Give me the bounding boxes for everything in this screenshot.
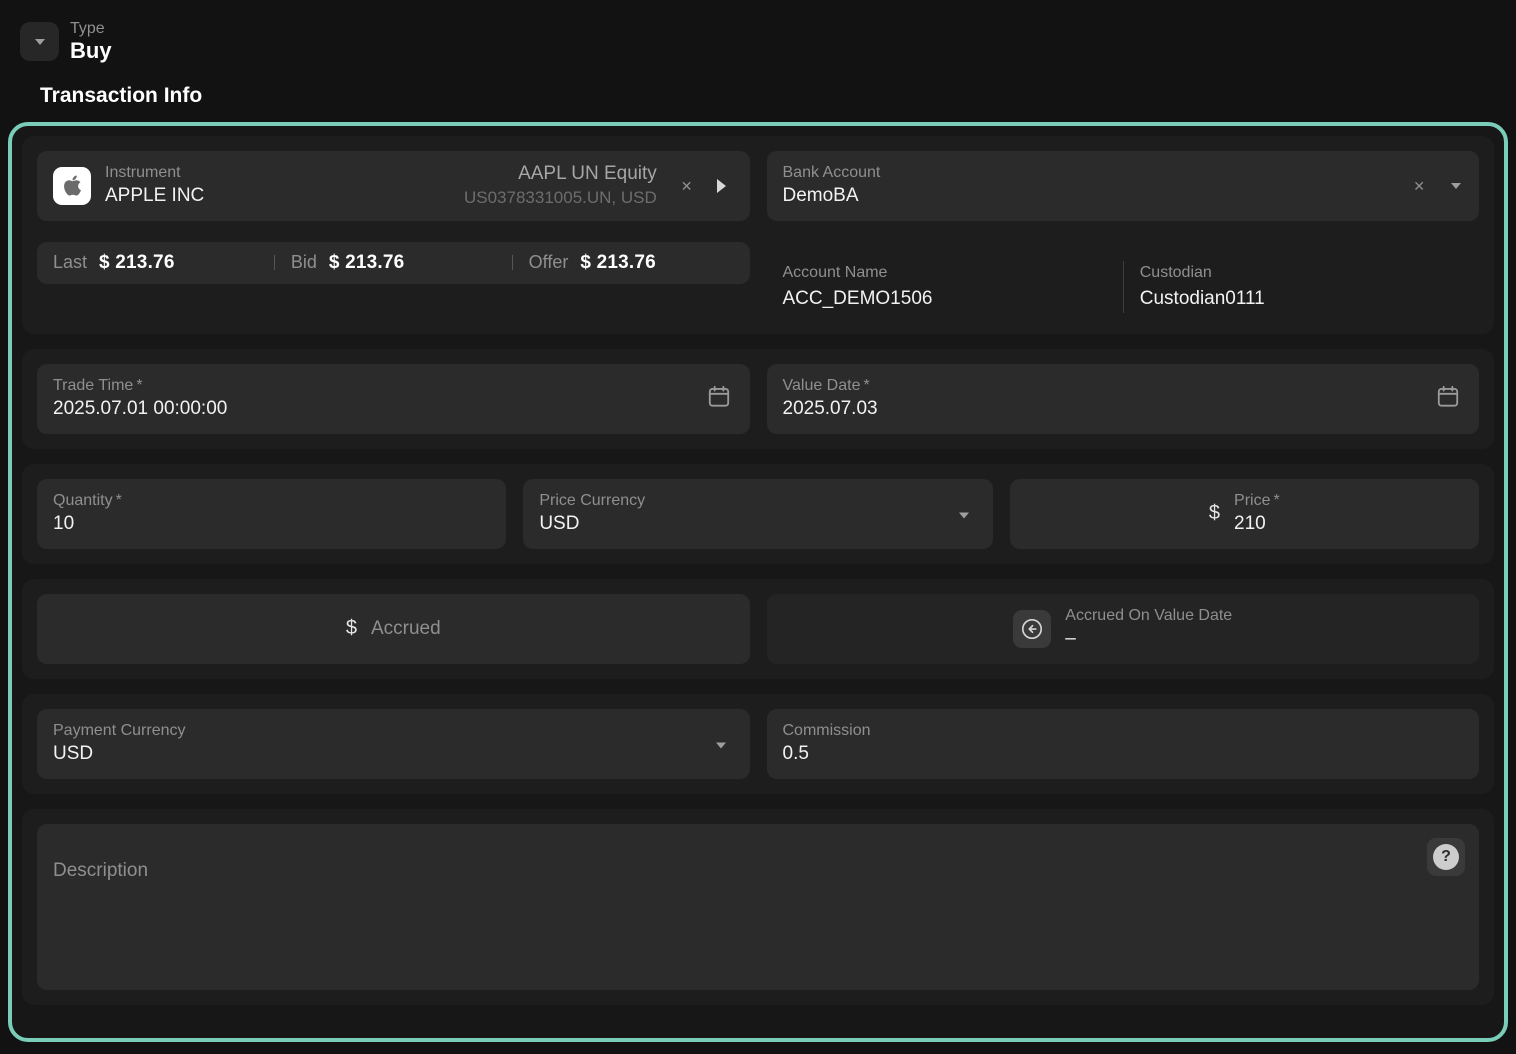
description-section: Description ?: [22, 809, 1494, 1005]
price-currency-field[interactable]: Price Currency USD: [523, 479, 992, 549]
quote-bid-value: $ 213.76: [329, 252, 405, 274]
quantity-price-section: Quantity* 10 Price Currency USD $ Price*…: [22, 464, 1494, 564]
page-title: Transaction Info: [40, 84, 1516, 108]
description-textarea[interactable]: Description ?: [37, 824, 1479, 990]
accrued-placeholder: Accrued: [371, 618, 441, 640]
instrument-clear-icon[interactable]: ✕: [681, 179, 693, 193]
custodian-block: Custodian Custodian0111: [1123, 261, 1463, 314]
commission-field[interactable]: Commission 0.5: [767, 709, 1480, 779]
question-mark-icon: ?: [1433, 844, 1459, 870]
chevron-down-icon[interactable]: [959, 512, 969, 518]
price-label: Price*: [1234, 490, 1280, 511]
instrument-codes: AAPL UN Equity US0378331005.UN, USD: [464, 161, 657, 210]
calendar-icon[interactable]: [1435, 383, 1461, 414]
type-label: Type: [70, 20, 112, 38]
account-name-label: Account Name: [783, 261, 1123, 285]
type-value: Buy: [70, 38, 112, 63]
instrument-expand-icon[interactable]: [717, 179, 726, 193]
payment-currency-value: USD: [53, 741, 734, 767]
trade-time-label: Trade Time*: [53, 375, 734, 396]
type-dropdown-button[interactable]: [20, 22, 59, 61]
quote-offer-value: $ 213.76: [580, 252, 656, 274]
quote-last-label: Last: [53, 252, 87, 273]
instrument-ticker: AAPL UN Equity: [464, 161, 657, 187]
bank-account-clear-icon[interactable]: ✕: [1413, 179, 1425, 193]
market-quotes-bar: Last $ 213.76 Bid $ 213.76 Offer $ 213.7…: [37, 242, 750, 284]
payment-commission-section: Payment Currency USD Commission 0.5: [22, 694, 1494, 794]
dollar-icon: $: [346, 617, 357, 640]
accrued-on-value-date-value: –: [1065, 626, 1232, 652]
quote-bid: Bid $ 213.76: [275, 252, 512, 274]
price-currency-value: USD: [539, 511, 976, 537]
chevron-down-icon[interactable]: [716, 742, 726, 748]
custodian-value: Custodian0111: [1140, 285, 1463, 314]
instrument-bank-section: Instrument APPLE INC AAPL UN Equity US03…: [22, 136, 1494, 334]
quote-last-value: $ 213.76: [99, 252, 175, 274]
price-currency-label: Price Currency: [539, 490, 976, 511]
bank-account-column: Bank Account DemoBA ✕ Account Name ACC_D…: [767, 151, 1480, 319]
bank-account-field[interactable]: Bank Account DemoBA ✕: [767, 151, 1480, 221]
chevron-down-icon[interactable]: [1451, 183, 1461, 189]
quote-offer-label: Offer: [529, 252, 569, 273]
accrued-section: $ Accrued Accrued On Value Date –: [22, 579, 1494, 679]
price-value: 210: [1234, 511, 1280, 537]
description-placeholder: Description: [53, 860, 1463, 882]
payment-currency-label: Payment Currency: [53, 720, 734, 741]
account-name-block: Account Name ACC_DEMO1506: [783, 261, 1123, 314]
quantity-label: Quantity*: [53, 490, 490, 511]
page-header: Type Buy Transaction Info: [0, 0, 1516, 108]
calendar-icon[interactable]: [706, 383, 732, 414]
price-field[interactable]: $ Price* 210: [1010, 479, 1479, 549]
transaction-panel: Instrument APPLE INC AAPL UN Equity US03…: [8, 122, 1508, 1042]
account-name-value: ACC_DEMO1506: [783, 285, 1123, 314]
accrued-field[interactable]: $ Accrued: [37, 594, 750, 664]
instrument-isin: US0378331005.UN, USD: [464, 187, 657, 210]
quantity-value: 10: [53, 511, 490, 537]
payment-currency-field[interactable]: Payment Currency USD: [37, 709, 750, 779]
chevron-down-icon: [35, 39, 45, 45]
dates-section: Trade Time* 2025.07.01 00:00:00 Value Da…: [22, 349, 1494, 449]
value-date-label: Value Date*: [783, 375, 1464, 396]
accrued-on-value-date-field: Accrued On Value Date –: [767, 594, 1480, 664]
quote-offer: Offer $ 213.76: [513, 252, 750, 274]
commission-label: Commission: [783, 720, 1464, 741]
accrued-on-value-date-label: Accrued On Value Date: [1065, 605, 1232, 626]
quote-last: Last $ 213.76: [37, 252, 274, 274]
help-button[interactable]: ?: [1427, 838, 1465, 876]
apple-logo-icon: [53, 167, 91, 205]
instrument-name: APPLE INC: [105, 183, 204, 209]
instrument-column: Instrument APPLE INC AAPL UN Equity US03…: [37, 151, 750, 319]
copy-back-button[interactable]: [1013, 610, 1051, 648]
quote-bid-label: Bid: [291, 252, 317, 273]
account-info-row: Account Name ACC_DEMO1506 Custodian Cust…: [767, 261, 1480, 314]
type-display: Type Buy: [70, 20, 112, 64]
instrument-field[interactable]: Instrument APPLE INC AAPL UN Equity US03…: [37, 151, 750, 221]
trade-time-field[interactable]: Trade Time* 2025.07.01 00:00:00: [37, 364, 750, 434]
commission-value: 0.5: [783, 741, 1464, 767]
trade-time-value: 2025.07.01 00:00:00: [53, 396, 734, 422]
dollar-icon: $: [1209, 502, 1220, 525]
instrument-right-block: AAPL UN Equity US0378331005.UN, USD ✕: [464, 161, 734, 210]
value-date-value: 2025.07.03: [783, 396, 1464, 422]
instrument-name-block: Instrument APPLE INC: [105, 162, 204, 209]
custodian-label: Custodian: [1140, 261, 1463, 285]
instrument-label: Instrument: [105, 162, 204, 183]
quantity-field[interactable]: Quantity* 10: [37, 479, 506, 549]
bank-account-label: Bank Account: [783, 162, 1464, 183]
value-date-field[interactable]: Value Date* 2025.07.03: [767, 364, 1480, 434]
bank-account-value: DemoBA: [783, 183, 1464, 209]
type-selector: Type Buy: [20, 20, 1516, 64]
